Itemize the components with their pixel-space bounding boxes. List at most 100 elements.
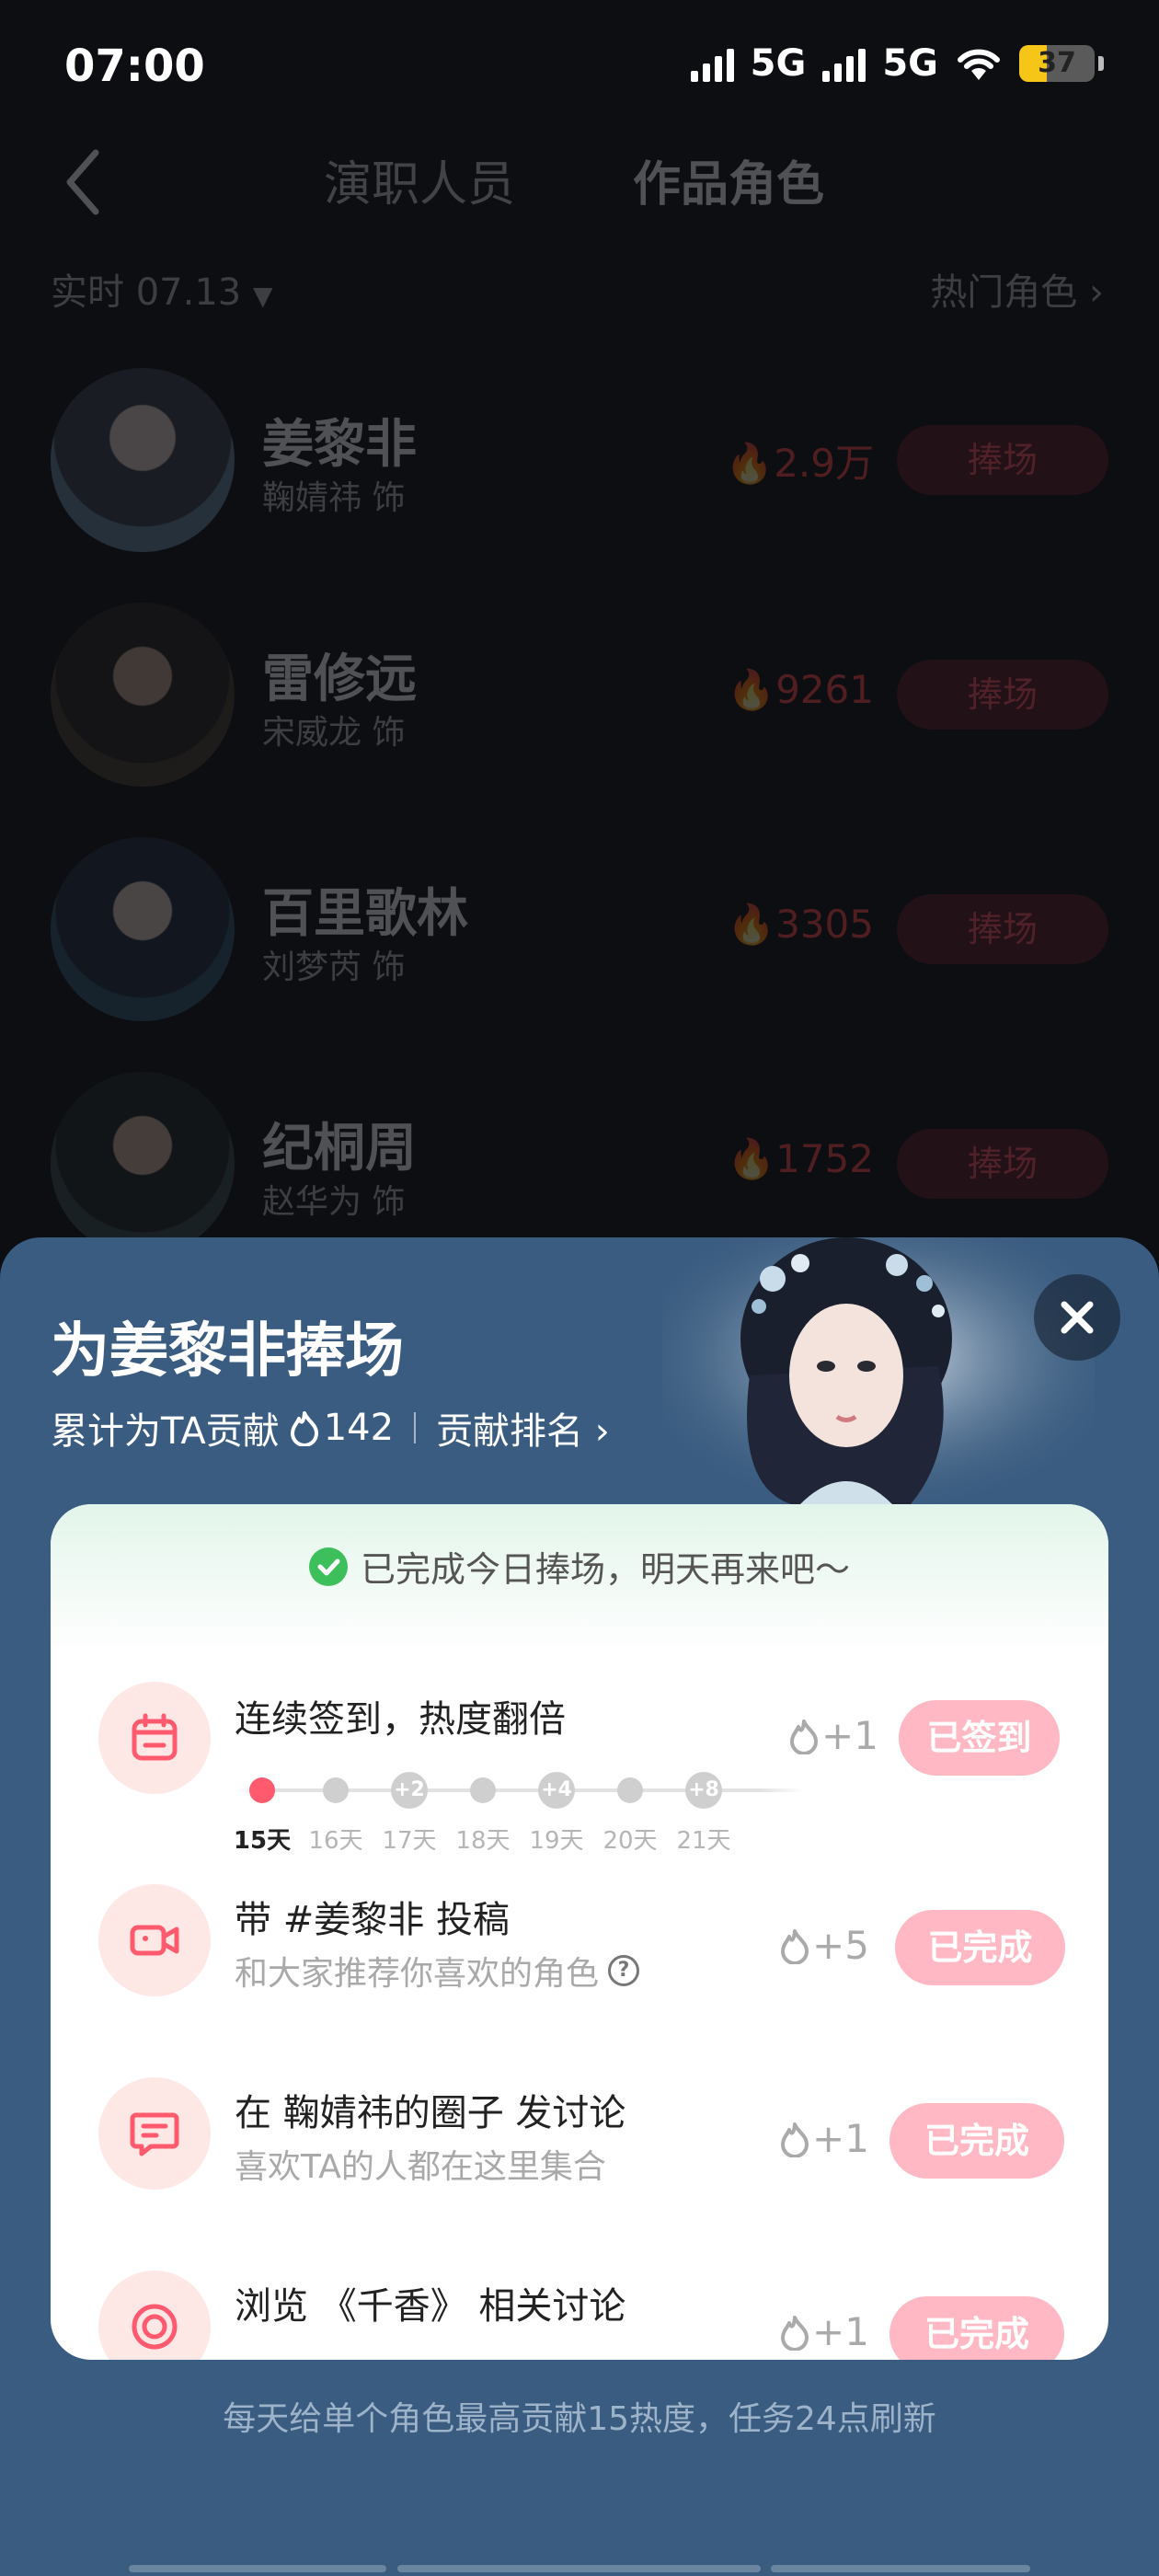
- sheet-title: 为姜黎非捧场: [51, 1317, 404, 1386]
- calendar-icon: [132, 1713, 178, 1761]
- video-camera-icon: [130, 1925, 179, 1956]
- network-label-1: 5G: [750, 42, 807, 85]
- cheer-button[interactable]: 捧场: [897, 1129, 1108, 1199]
- heat-value: 1752: [775, 1136, 874, 1181]
- date-label: 实时 07.13: [51, 271, 242, 314]
- filter-row: 实时 07.13 ▼ 热门角色 ›: [0, 262, 1159, 317]
- streak-day-label: 16天: [308, 1827, 363, 1855]
- flame-icon: [781, 2122, 809, 2157]
- heat-value: 9261: [775, 667, 874, 712]
- task-discussion: 在 鞠婧祎的圈子 发讨论 喜欢TA的人都在这里集合 +1 已完成: [51, 2070, 1108, 2254]
- footer-note: 每天给单个角色最高贡献15热度，任务24点刷新: [223, 2400, 936, 2438]
- task-title: 浏览 《千香》 相关讨论: [235, 2285, 626, 2328]
- chevron-right-icon: ›: [583, 1410, 610, 1453]
- cheer-sheet: 为姜黎非捧场 累计为TA贡献 142 贡献排名 › 已完成今日捧场，明天再来吧～…: [0, 1237, 1159, 2576]
- reward-value: +1: [812, 2116, 869, 2161]
- home-indicator: [129, 2565, 386, 2572]
- role-heat: 🔥9261: [728, 667, 874, 713]
- heat-value: 2.9万: [774, 441, 874, 486]
- signal-icon: [822, 45, 866, 82]
- task-reward: +1: [788, 1713, 878, 1758]
- task-icon: [98, 2271, 211, 2360]
- task-reward: +5: [779, 1923, 869, 1968]
- streak-day-label: 20天: [602, 1827, 658, 1855]
- role-actor: 刘梦芮 饰: [262, 949, 406, 986]
- contrib-value: 142: [323, 1407, 395, 1449]
- role-name: 雷修远: [262, 650, 417, 709]
- date-selector[interactable]: 实时 07.13 ▼: [51, 262, 273, 316]
- completed-button[interactable]: 已完成: [889, 2296, 1064, 2360]
- character-portrait: [662, 1237, 1095, 1504]
- streak-node: [617, 1777, 643, 1803]
- task-title: 连续签到，热度翻倍: [235, 1698, 566, 1741]
- task-icon: [98, 1884, 211, 1996]
- cheer-button[interactable]: 捧场: [897, 425, 1108, 495]
- done-banner: 已完成今日捧场，明天再来吧～: [51, 1541, 1108, 1592]
- target-icon: [132, 2304, 178, 2350]
- battery-level: 37: [1038, 47, 1076, 79]
- divider: [414, 1412, 417, 1443]
- hot-roles-link[interactable]: 热门角色 ›: [930, 262, 1104, 316]
- flame-icon: 🔥: [725, 441, 775, 486]
- avatar: [51, 837, 235, 1021]
- rank-link[interactable]: 贡献排名 ›: [436, 1401, 610, 1455]
- role-actor: 鞠婧祎 饰: [262, 479, 406, 517]
- streak-day-label: 15天: [233, 1827, 292, 1855]
- task-title: 在 鞠婧祎的圈子 发讨论: [235, 2092, 626, 2134]
- task-icon: [98, 1682, 211, 1794]
- avatar: [51, 603, 235, 787]
- chat-bubble-icon: [130, 2112, 179, 2156]
- streak-bonus-node: +8: [685, 1772, 722, 1809]
- completed-button[interactable]: 已完成: [889, 2103, 1064, 2179]
- checked-in-button[interactable]: 已签到: [899, 1700, 1060, 1776]
- flame-icon: [781, 2315, 809, 2351]
- flame-icon: 🔥: [727, 902, 776, 947]
- contribution-summary: 累计为TA贡献 142 贡献排名 ›: [51, 1401, 610, 1455]
- role-heat: 🔥3305: [728, 902, 874, 948]
- status-time: 07:00: [64, 40, 205, 92]
- streak-progress: +2 +4 +8 15天 16天 17天 18天 19天 20天 21天: [234, 1770, 805, 1855]
- streak-day-label: 18天: [455, 1827, 511, 1855]
- avatar: [51, 1072, 235, 1256]
- role-name: 姜黎非: [262, 415, 417, 475]
- role-heat: 🔥2.9万: [726, 432, 874, 489]
- task-card: 已完成今日捧场，明天再来吧～ 连续签到，热度翻倍 +2 +4 +8 15天 16…: [51, 1504, 1108, 2360]
- close-button[interactable]: [1034, 1274, 1120, 1361]
- wifi-icon: [958, 49, 1000, 80]
- task-desc-text: 喜欢TA的人都在这里集合: [235, 2148, 606, 2186]
- completed-button[interactable]: 已完成: [895, 1910, 1065, 1985]
- role-row[interactable]: 百里歌林 刘梦芮 饰 🔥3305 捧场: [0, 837, 1159, 1072]
- cheer-button[interactable]: 捧场: [897, 660, 1108, 730]
- tab-roles[interactable]: 作品角色: [633, 145, 824, 214]
- battery-icon: 37: [1019, 45, 1095, 82]
- task-icon: [98, 2077, 211, 2190]
- streak-bonus-node: +4: [538, 1772, 575, 1809]
- streak-day-label: 19天: [529, 1827, 584, 1855]
- task-desc: 喜欢TA的人都在这里集合: [235, 2140, 606, 2188]
- flame-icon: [290, 1411, 318, 1446]
- role-row[interactable]: 雷修远 宋威龙 饰 🔥9261 捧场: [0, 603, 1159, 837]
- task-desc: 和大家推荐你喜欢的角色 ?: [235, 1947, 640, 1995]
- streak-node-current: [249, 1777, 275, 1803]
- task-desc-text: 和大家推荐你喜欢的角色: [235, 1955, 600, 1993]
- battery-tip: [1098, 56, 1104, 71]
- streak-node: [323, 1777, 349, 1803]
- reward-value: +5: [812, 1923, 869, 1968]
- status-bar: 07:00 5G 5G 37: [0, 0, 1159, 138]
- reward-value: +1: [812, 2309, 869, 2354]
- task-title: 带 #姜黎非 投稿: [235, 1899, 510, 1941]
- tab-cast[interactable]: 演职人员: [324, 145, 515, 214]
- close-icon: [1061, 1301, 1094, 1334]
- home-indicator: [397, 2565, 761, 2572]
- help-icon[interactable]: ?: [608, 1955, 640, 1986]
- network-label-2: 5G: [882, 42, 938, 85]
- cheer-button[interactable]: 捧场: [897, 894, 1108, 964]
- back-button[interactable]: [57, 145, 121, 219]
- streak-day-label: 21天: [676, 1827, 731, 1855]
- flame-icon: 🔥: [727, 667, 776, 712]
- flame-icon: [781, 1928, 809, 1964]
- task-checkin: 连续签到，热度翻倍 +2 +4 +8 15天 16天 17天 18天 19天 2…: [51, 1674, 1108, 1858]
- role-row[interactable]: 姜黎非 鞠婧祎 饰 🔥2.9万 捧场: [0, 368, 1159, 603]
- check-icon: [308, 1547, 348, 1586]
- role-actor: 宋威龙 饰: [262, 714, 406, 752]
